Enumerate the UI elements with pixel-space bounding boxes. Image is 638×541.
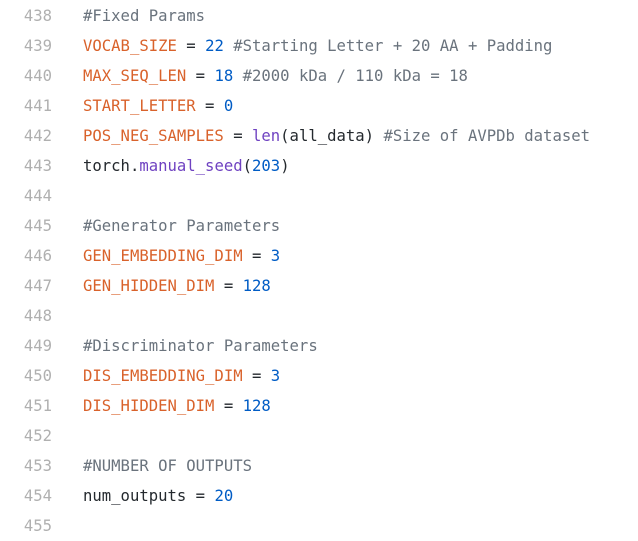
line-code: DIS_HIDDEN_DIM = 128 (83, 391, 271, 421)
line-code: DIS_EMBEDDING_DIM = 3 (83, 361, 280, 391)
line-code: MAX_SEQ_LEN = 18 #2000 kDa / 110 kDa = 1… (83, 61, 468, 91)
line-number: 449 (23, 337, 52, 355)
line-code: #NUMBER OF OUTPUTS (83, 451, 252, 481)
line-number: 443 (23, 157, 52, 175)
line-code: START_LETTER = 0 (83, 91, 233, 121)
line-code: #Generator Parameters (83, 211, 280, 241)
token-com: #Fixed Params (83, 7, 206, 25)
code-line: 438 #Fixed Params (0, 1, 590, 31)
token-num: 3 (270, 367, 281, 385)
token-com: #Generator Parameters (83, 217, 281, 235)
line-number: 438 (23, 7, 52, 25)
token-var: VOCAB_SIZE (83, 37, 177, 55)
token-com: #Size of AVPDb dataset (374, 127, 590, 145)
line-code: GEN_HIDDEN_DIM = 128 (83, 271, 271, 301)
code-line: 451 DIS_HIDDEN_DIM = 128 (0, 391, 590, 421)
line-number: 454 (23, 487, 52, 505)
token-var: DIS_EMBEDDING_DIM (83, 367, 243, 385)
token-var: POS_NEG_SAMPLES (83, 127, 224, 145)
line-number: 439 (23, 37, 52, 55)
token-num: 128 (242, 277, 271, 295)
token-com: #Discriminator Parameters (83, 337, 318, 355)
line-number: 448 (23, 307, 52, 325)
line-code: POS_NEG_SAMPLES = len(all_data) #Size of… (83, 121, 590, 151)
code-line: 445 #Generator Parameters (0, 211, 590, 241)
line-number: 451 (23, 397, 52, 415)
token-num: 3 (270, 247, 281, 265)
token-var: GEN_EMBEDDING_DIM (83, 247, 243, 265)
line-code: VOCAB_SIZE = 22 #Starting Letter + 20 AA… (83, 31, 552, 61)
code-line: 443 torch.manual_seed(203) (0, 151, 590, 181)
line-number: 440 (23, 67, 52, 85)
token-com: #NUMBER OF OUTPUTS (83, 457, 252, 475)
token-num: 128 (242, 397, 271, 415)
line-code: GEN_EMBEDDING_DIM = 3 (83, 241, 280, 271)
line-number: 446 (23, 247, 52, 265)
line-code: num_outputs = 20 (83, 481, 233, 511)
token-com: #Starting Letter + 20 AA + Padding (223, 37, 553, 55)
line-number: 450 (23, 367, 52, 385)
code-line: 450 DIS_EMBEDDING_DIM = 3 (0, 361, 590, 391)
token-op: = (242, 247, 271, 265)
token-num: 20 (214, 487, 234, 505)
token-var: DIS_HIDDEN_DIM (83, 397, 215, 415)
token-op: = (176, 37, 206, 55)
code-line: 449 #Discriminator Parameters (0, 331, 590, 361)
code-line: 455 (0, 511, 590, 541)
token-op: = (186, 67, 215, 85)
line-code: torch.manual_seed(203) (83, 151, 290, 181)
token-op: = (242, 367, 271, 385)
token-op: = (186, 487, 215, 505)
code-line: 448 (0, 301, 590, 331)
token-txt: (all_data) (280, 127, 375, 145)
code-line: 452 (0, 421, 590, 451)
token-fn: len (252, 127, 281, 145)
line-code: #Discriminator Parameters (83, 331, 318, 361)
code-line: 454 num_outputs = 20 (0, 481, 590, 511)
token-op: = (214, 397, 243, 415)
code-line: 441 START_LETTER = 0 (0, 91, 590, 121)
code-line: 446 GEN_EMBEDDING_DIM = 3 (0, 241, 590, 271)
token-com: #2000 kDa / 110 kDa = 18 (233, 67, 468, 85)
token-var: GEN_HIDDEN_DIM (83, 277, 215, 295)
token-num: 18 (214, 67, 234, 85)
token-txt: ) (280, 157, 290, 175)
line-code: #Fixed Params (83, 1, 205, 31)
token-txt: torch. (83, 157, 140, 175)
line-number: 442 (23, 127, 52, 145)
token-var: MAX_SEQ_LEN (83, 67, 187, 85)
code-view: 438 #Fixed Params 439 VOCAB_SIZE = 22 #Star… (0, 1, 590, 541)
line-number: 447 (23, 277, 52, 295)
line-number: 444 (23, 187, 52, 205)
line-number: 453 (23, 457, 52, 475)
token-num: 0 (223, 97, 234, 115)
token-txt: ( (242, 157, 253, 175)
token-op: = (223, 127, 252, 145)
line-number: 445 (23, 217, 52, 235)
token-num: 203 (252, 157, 281, 175)
line-number: 441 (23, 97, 52, 115)
token-txt: num_outputs (83, 487, 187, 505)
code-line: 447 GEN_HIDDEN_DIM = 128 (0, 271, 590, 301)
code-line: 453 #NUMBER OF OUTPUTS (0, 451, 590, 481)
token-op: = (195, 97, 224, 115)
line-number: 452 (23, 427, 52, 445)
token-fn: manual_seed (139, 157, 243, 175)
token-num: 22 (205, 37, 224, 55)
code-line: 442 POS_NEG_SAMPLES = len(all_data) #Size… (0, 121, 590, 151)
token-op: = (214, 277, 243, 295)
code-line: 440 MAX_SEQ_LEN = 18 #2000 kDa / 110 kDa … (0, 61, 590, 91)
line-number: 455 (23, 517, 52, 535)
code-line: 439 VOCAB_SIZE = 22 #Starting Letter + 20… (0, 31, 590, 61)
code-line: 444 (0, 181, 590, 211)
token-var: START_LETTER (83, 97, 196, 115)
